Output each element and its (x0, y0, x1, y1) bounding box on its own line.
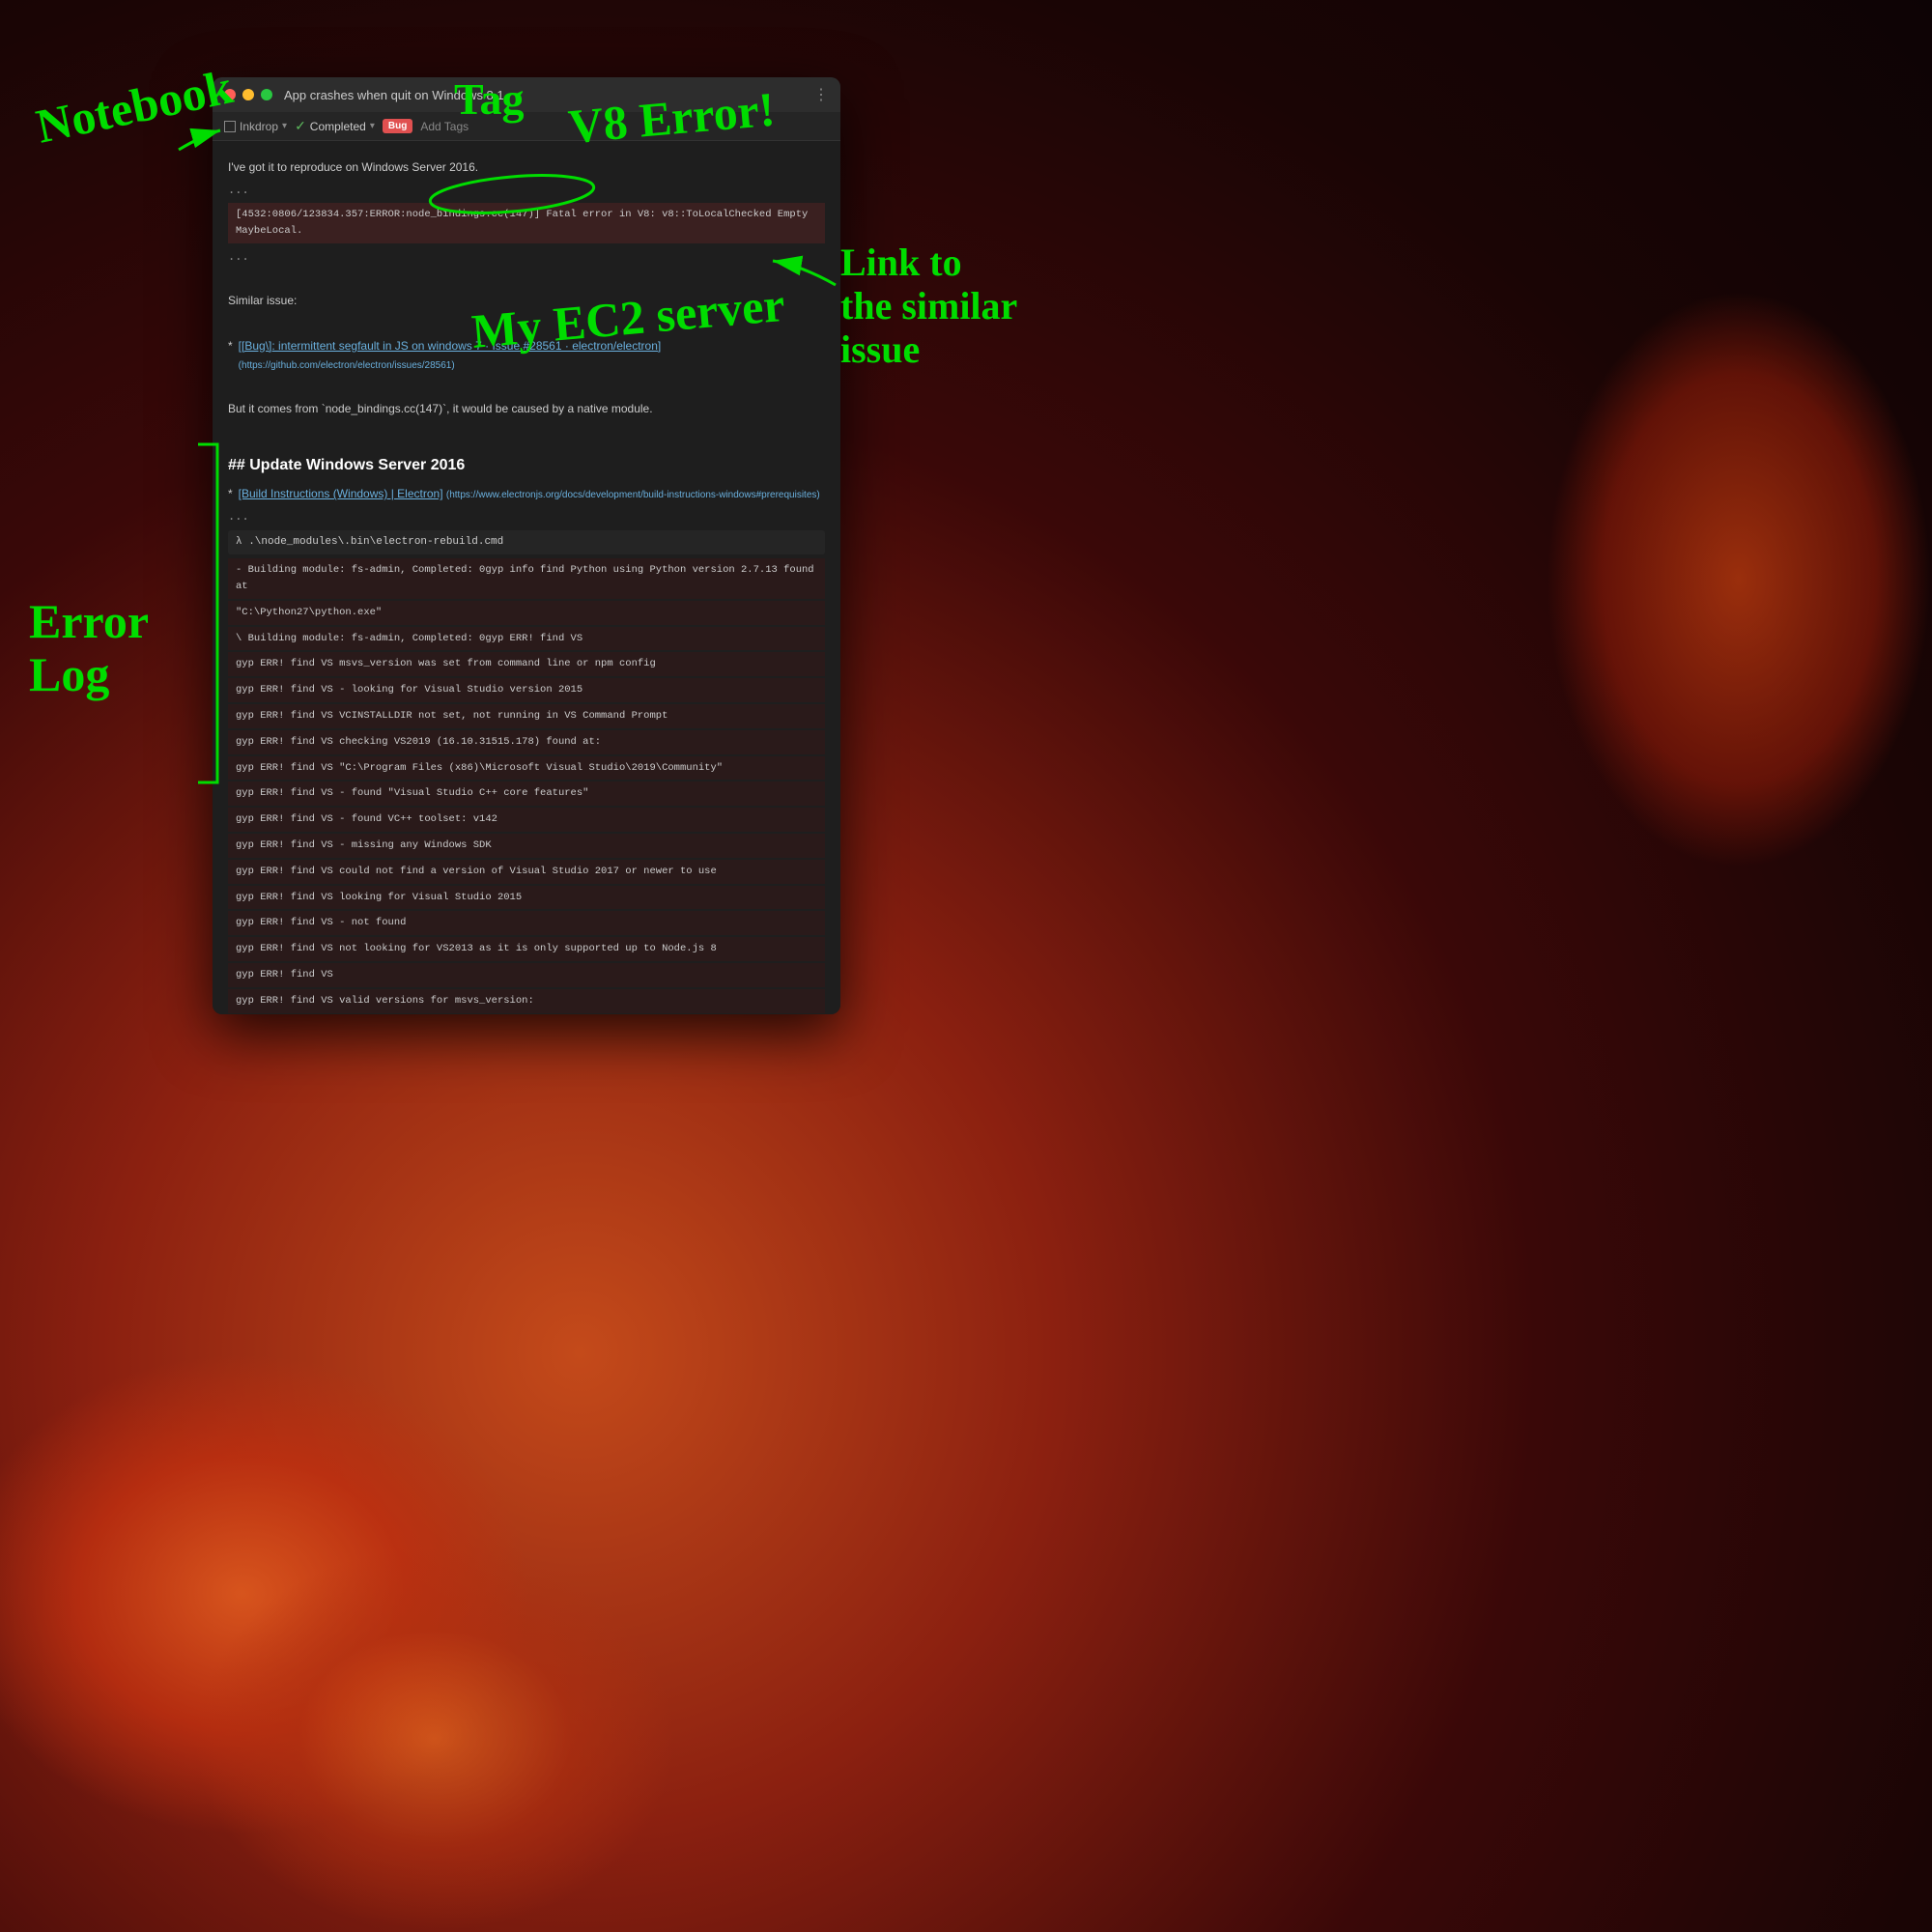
log-line: gyp ERR! find VS - missing any Windows S… (228, 834, 825, 858)
notebook-label: Inkdrop (240, 120, 278, 133)
log-line: gyp ERR! find VS checking VS2019 (16.10.… (228, 730, 825, 754)
build-instructions-url: (https://www.electronjs.org/docs/develop… (446, 490, 820, 500)
code-ellipsis-1: ... (228, 181, 825, 199)
similar-issue-link-item: * [[Bug\]: intermittent segfault in JS o… (228, 337, 825, 374)
log-line: gyp ERR! find VS not looking for VS2013 … (228, 937, 825, 961)
app-window: App crashes when quit on Windows 8.1 ⋮ I… (213, 77, 840, 1014)
window-menu-icon[interactable]: ⋮ (813, 85, 829, 104)
log-line: gyp ERR! find VS - found "Visual Studio … (228, 781, 825, 806)
content-area[interactable]: I've got it to reproduce on Windows Serv… (213, 141, 840, 1014)
notebook-button[interactable]: Inkdrop ▾ (224, 120, 287, 133)
log-line: - Building module: fs-admin, Completed: … (228, 558, 825, 599)
log-line: gyp ERR! find VS (228, 963, 825, 987)
bug-tag-badge[interactable]: Bug (383, 119, 412, 133)
log-line: gyp ERR! find VS msvs_version was set fr… (228, 652, 825, 676)
status-label: Completed (310, 120, 366, 133)
maximize-button[interactable] (261, 89, 272, 100)
log-line: "C:\Python27\python.exe" (228, 601, 825, 625)
similar-issue-url: (https://github.com/electron/electron/is… (239, 360, 455, 371)
rebuild-cmd: λ .\node_modules\.bin\electron-rebuild.c… (228, 530, 825, 555)
build-instructions-link-item: * [Build Instructions (Windows) | Electr… (228, 485, 825, 503)
window-title: App crashes when quit on Windows 8.1 (284, 88, 813, 102)
code-ellipsis-2: ... (228, 247, 825, 266)
title-bar: App crashes when quit on Windows 8.1 ⋮ (213, 77, 840, 112)
log-line: gyp ERR! find VS - looking for Visual St… (228, 678, 825, 702)
log-line: gyp ERR! find VS could not find a versio… (228, 860, 825, 884)
log-line: gyp ERR! find VS looking for Visual Stud… (228, 886, 825, 910)
log-line: gyp ERR! find VS VCINSTALLDIR not set, n… (228, 704, 825, 728)
toolbar: Inkdrop ▾ ✓ Completed ▾ Bug Add Tags (213, 112, 840, 141)
log-line: gyp ERR! find VS "C:\Program Files (x86)… (228, 756, 825, 781)
native-module-text: But it comes from `node_bindings.cc(147)… (228, 400, 825, 418)
intro-text: I've got it to reproduce on Windows Serv… (228, 158, 825, 177)
status-check-icon: ✓ (295, 118, 306, 134)
notebook-caret-icon: ▾ (282, 121, 287, 131)
notebook-checkbox (224, 121, 236, 132)
build-instructions-link[interactable]: [Build Instructions (Windows) | Electron… (239, 487, 443, 500)
log-line: gyp ERR! find VS - not found (228, 911, 825, 935)
traffic-lights (224, 89, 272, 100)
close-button[interactable] (224, 89, 236, 100)
similar-issue-label: Similar issue: (228, 292, 825, 310)
log-line: gyp ERR! find VS valid versions for msvs… (228, 989, 825, 1013)
v8-error-line: [4532:0806/123834.357:ERROR:node_binding… (228, 203, 825, 243)
minimize-button[interactable] (242, 89, 254, 100)
update-heading: ## Update Windows Server 2016 (228, 453, 825, 478)
status-caret-icon: ▾ (370, 121, 375, 131)
similar-issue-link[interactable]: [[Bug\]: intermittent segfault in JS on … (239, 339, 662, 353)
code-ellipsis-3: ... (228, 507, 825, 526)
add-tags-button[interactable]: Add Tags (420, 120, 469, 133)
status-button[interactable]: ✓ Completed ▾ (295, 118, 375, 134)
log-lines-container: - Building module: fs-admin, Completed: … (228, 558, 825, 1014)
log-line: \ Building module: fs-admin, Completed: … (228, 627, 825, 651)
log-line: gyp ERR! find VS - found VC++ toolset: v… (228, 808, 825, 832)
